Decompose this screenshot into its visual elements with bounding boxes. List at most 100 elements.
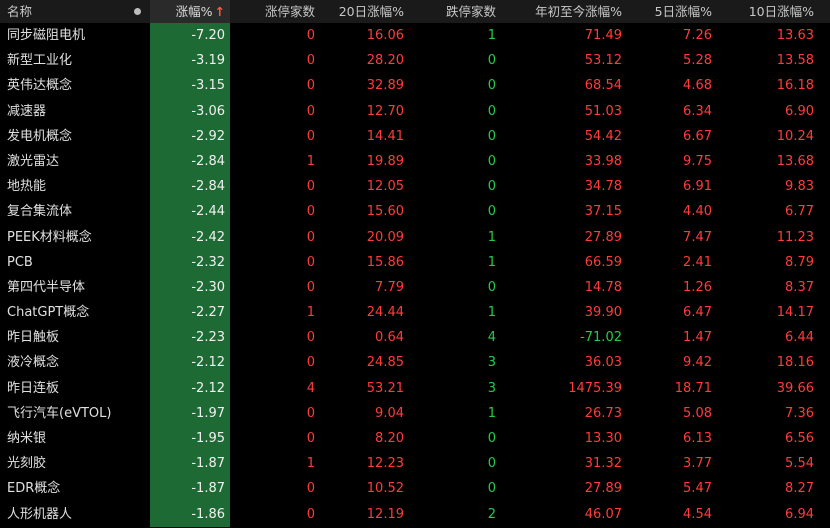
cell-change: -2.44 [150,199,230,225]
cell-change-10d: 6.44 [785,330,814,346]
cell-dot [125,502,150,527]
cell-change-ytd: 53.12 [584,53,622,69]
cell-change-20d: 28.20 [366,53,404,69]
col-header-change[interactable]: 涨幅% ↑ [150,0,230,23]
cell-change-5d: 5.28 [683,53,712,69]
cell-limit-down: 0 [487,204,496,220]
table-row[interactable]: 飞行汽车(eVTOL) -1.97 0 9.04 1 26.73 5.08 7.36 [0,400,830,426]
col-header-change-ytd[interactable]: 年初至今涨幅% [502,0,628,23]
cell-limit-down: 0 [487,481,496,497]
table-row[interactable]: 英伟达概念 -3.15 0 32.89 0 68.54 4.68 16.18 [0,73,830,99]
cell-change-5d: 5.47 [683,481,712,497]
cell-name: 昨日连板 [7,380,60,396]
col-header-change-10d[interactable]: 10日涨幅% [718,0,830,23]
cell-dot [125,275,150,300]
cell-change-ytd: 54.42 [584,128,622,144]
table-row[interactable]: 人形机器人 -1.86 0 12.19 2 46.07 4.54 6.94 [0,501,830,527]
cell-name: 昨日触板 [7,330,60,346]
cell-change-10d: 8.37 [785,279,814,295]
table-row[interactable]: 昨日连板 -2.12 4 53.21 3 1475.39 18.71 39.66 [0,375,830,401]
cell-change-10d: 8.27 [785,481,814,497]
col-header-name[interactable]: 名称 [0,0,125,23]
cell-name: 纳米银 [7,431,47,446]
cell-change-ytd: 14.78 [584,279,622,295]
cell-change-20d: 14.41 [366,128,404,144]
cell-change: -2.12 [150,350,230,376]
table-row[interactable]: 昨日触板 -2.23 0 0.64 4 -71.02 1.47 6.44 [0,325,830,351]
cell-change-20d: 32.89 [366,78,404,94]
cell-dot [125,48,150,73]
cell-change: -2.92 [150,123,230,149]
cell-limit-up: 0 [306,431,315,446]
col-header-limit-down[interactable]: 跌停家数 [410,0,502,23]
table-row[interactable]: PCB -2.32 0 15.86 1 66.59 2.41 8.79 [0,249,830,275]
cell-change: -2.27 [150,300,230,326]
table-row[interactable]: 同步磁阻电机 -7.20 0 16.06 1 71.49 7.26 13.63 [0,23,830,49]
cell-limit-down: 0 [487,431,496,446]
cell-change-ytd: 1475.39 [568,380,622,396]
table-row[interactable]: EDR概念 -1.87 0 10.52 0 27.89 5.47 8.27 [0,476,830,502]
cell-limit-down: 1 [487,305,496,321]
cell-change: -2.30 [150,274,230,301]
cell-dot [125,325,150,350]
cell-limit-down: 3 [487,355,496,371]
cell-change-ytd: 31.32 [584,456,622,472]
cell-change-5d: 1.26 [683,279,712,295]
cell-limit-down: 0 [487,179,496,195]
cell-limit-down: 2 [487,506,496,522]
cell-limit-up: 0 [306,506,315,522]
table-header: 名称 涨幅% ↑ 涨停家数 20日涨幅% 跌停家数 年初至今涨幅% 5日涨幅% 1… [0,0,830,23]
cell-name: 光刻胶 [7,456,47,472]
cell-change-10d: 9.83 [785,179,814,195]
cell-limit-up: 0 [306,28,315,43]
cell-limit-down: 0 [487,53,496,69]
cell-change-20d: 7.79 [375,279,404,295]
cell-change-5d: 6.91 [683,179,712,195]
col-header-change-20d[interactable]: 20日涨幅% [320,0,410,23]
cell-change-5d: 7.47 [683,229,712,245]
cell-limit-up: 0 [306,204,315,220]
cell-limit-down: 0 [487,103,496,119]
table-row[interactable]: 液冷概念 -2.12 0 24.85 3 36.03 9.42 18.16 [0,350,830,376]
cell-change: -3.19 [150,48,230,74]
cell-change-5d: 4.68 [683,78,712,94]
cell-change-ytd: 68.54 [584,78,622,94]
table-row[interactable]: 新型工业化 -3.19 0 28.20 0 53.12 5.28 13.58 [0,48,830,74]
cell-limit-down: 0 [487,456,496,472]
cell-limit-down: 4 [487,330,496,346]
table-row[interactable]: 发电机概念 -2.92 0 14.41 0 54.42 6.67 10.24 [0,123,830,149]
cell-change-10d: 13.68 [776,153,814,169]
cell-limit-down: 1 [487,28,496,43]
cell-change-5d: 1.47 [683,330,712,346]
table-row[interactable]: ChatGPT概念 -2.27 1 24.44 1 39.90 6.47 14.17 [0,300,830,326]
cell-change-ytd: 46.07 [584,506,622,522]
col-header-dot[interactable] [125,0,150,23]
col-header-limit-up[interactable]: 涨停家数 [230,0,320,23]
table-row[interactable]: 地热能 -2.84 0 12.05 0 34.78 6.91 9.83 [0,174,830,200]
cell-change-5d: 3.77 [683,456,712,472]
cell-change-ytd: 27.89 [584,481,622,497]
cell-change-20d: 12.05 [366,179,404,195]
table-row[interactable]: 减速器 -3.06 0 12.70 0 51.03 6.34 6.90 [0,98,830,124]
table-row[interactable]: 第四代半导体 -2.30 0 7.79 0 14.78 1.26 8.37 [0,274,830,301]
cell-change-ytd: -71.02 [580,330,622,346]
table-row[interactable]: 光刻胶 -1.87 1 12.23 0 31.32 3.77 5.54 [0,451,830,477]
cell-limit-up: 0 [306,53,315,69]
cell-name: 发电机概念 [7,128,73,144]
table-row[interactable]: PEEK材料概念 -2.42 0 20.09 1 27.89 7.47 11.23 [0,224,830,250]
col-header-change-5d[interactable]: 5日涨幅% [628,0,718,23]
table-row[interactable]: 复合集流体 -2.44 0 15.60 0 37.15 4.40 6.77 [0,199,830,225]
table-row[interactable]: 纳米银 -1.95 0 8.20 0 13.30 6.13 6.56 [0,426,830,452]
cell-name: PEEK材料概念 [7,229,92,245]
table-row[interactable]: 激光雷达 -2.84 1 19.89 0 33.98 9.75 13.68 [0,148,830,175]
cell-change-ytd: 26.73 [584,405,622,421]
cell-name: 第四代半导体 [7,279,86,295]
cell-change-5d: 6.13 [683,431,712,446]
cell-limit-down: 1 [487,254,496,270]
cell-change-20d: 8.20 [375,431,404,446]
cell-name: 液冷概念 [7,355,60,371]
cell-change-5d: 2.41 [683,254,712,270]
cell-change-10d: 18.16 [776,355,814,371]
cell-change-ytd: 66.59 [584,254,622,270]
cell-name: 英伟达概念 [7,78,73,94]
